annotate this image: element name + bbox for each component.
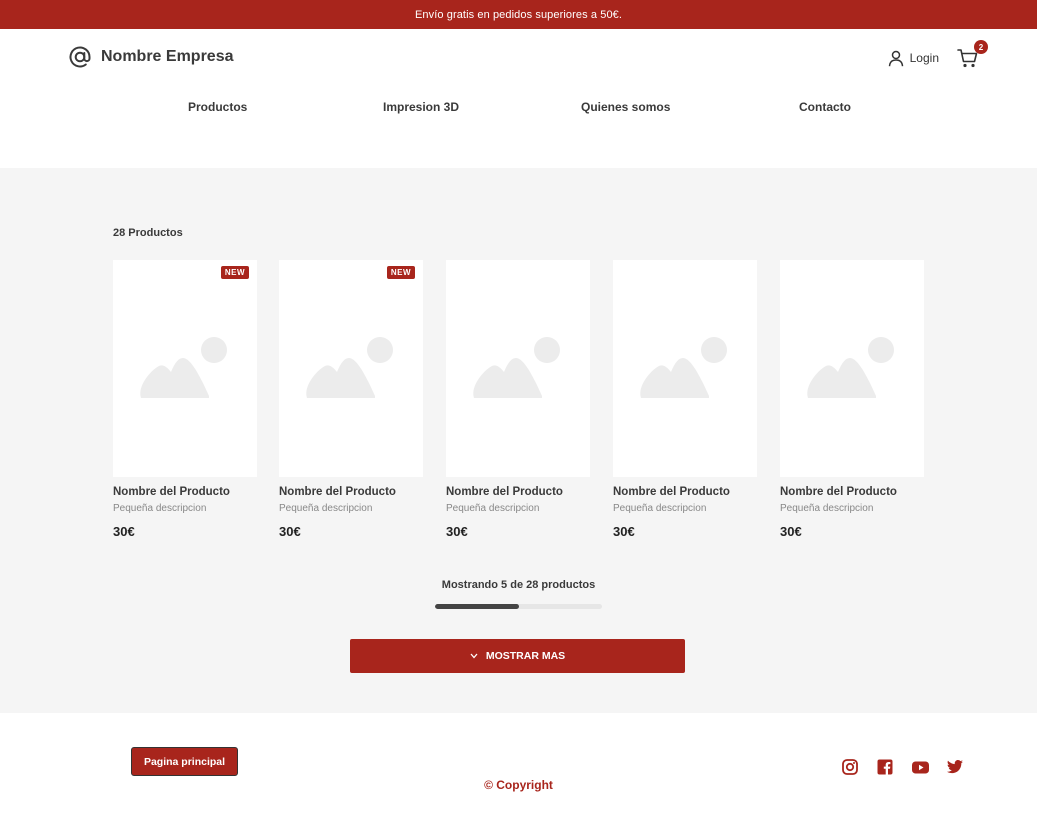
product-listing: 28 Productos NEW Nombre del Producto Peq… (0, 168, 1037, 713)
product-count: 28 Productos (113, 227, 183, 239)
listing-progress-fill (435, 604, 519, 609)
brand-name: Nombre Empresa (101, 48, 234, 65)
site-header: Nombre Empresa Login 2 Productos Impresi… (0, 29, 1037, 168)
image-placeholder-icon (807, 337, 894, 398)
product-name: Nombre del Producto (613, 486, 730, 498)
login-link[interactable]: Login (888, 50, 939, 67)
product-card[interactable]: Nombre del Producto Pequeña descripcion … (446, 260, 590, 539)
shipping-banner: Envío gratis en pedidos superiores a 50€… (0, 0, 1037, 29)
product-image (613, 260, 757, 477)
show-more-label: MOSTRAR MAS (485, 650, 566, 662)
show-more-button[interactable]: MOSTRAR MAS (350, 639, 685, 673)
product-image (780, 260, 924, 477)
instagram-icon[interactable] (841, 758, 859, 776)
nav-item-impresion-3d[interactable]: Impresion 3D (383, 100, 459, 114)
image-placeholder-icon (140, 337, 227, 398)
copyright-text: © Copyright (484, 778, 553, 792)
product-price: 30€ (279, 524, 301, 539)
product-description: Pequeña descripcion (613, 503, 707, 514)
nav-item-productos[interactable]: Productos (188, 100, 247, 114)
product-name: Nombre del Producto (446, 486, 563, 498)
product-price: 30€ (446, 524, 468, 539)
chevron-down-icon (470, 653, 478, 659)
product-description: Pequeña descripcion (780, 503, 874, 514)
product-price: 30€ (613, 524, 635, 539)
at-logo-icon (69, 46, 91, 68)
brand[interactable]: Nombre Empresa (68, 45, 234, 69)
site-footer: Pagina principal © Copyright (0, 713, 1037, 816)
product-name: Nombre del Producto (113, 486, 230, 498)
product-price: 30€ (113, 524, 135, 539)
image-placeholder-icon (473, 337, 560, 398)
facebook-icon[interactable] (876, 758, 894, 776)
cart-button[interactable]: 2 (957, 40, 988, 69)
home-page-button[interactable]: Pagina principal (131, 747, 238, 776)
header-actions: Login 2 (888, 40, 988, 69)
product-description: Pequeña descripcion (446, 503, 540, 514)
product-image: NEW (113, 260, 257, 477)
new-badge: NEW (386, 266, 415, 279)
nav-item-contacto[interactable]: Contacto (799, 100, 851, 114)
product-description: Pequeña descripcion (279, 503, 373, 514)
youtube-icon[interactable] (911, 758, 929, 776)
showing-count-text: Mostrando 5 de 28 productos (441, 579, 596, 591)
shipping-banner-text: Envío gratis en pedidos superiores a 50€… (414, 8, 623, 21)
product-name: Nombre del Producto (780, 486, 897, 498)
image-placeholder-icon (306, 337, 393, 398)
product-image: NEW (279, 260, 423, 477)
product-name: Nombre del Producto (279, 486, 396, 498)
product-image (446, 260, 590, 477)
cart-count-badge: 2 (974, 40, 988, 54)
listing-progress-bar (435, 604, 602, 609)
login-label: Login (909, 51, 939, 65)
product-price: 30€ (780, 524, 802, 539)
twitter-icon[interactable] (946, 758, 964, 776)
nav-item-quienes-somos[interactable]: Quienes somos (581, 100, 670, 114)
product-description: Pequeña descripcion (113, 503, 207, 514)
product-card[interactable]: NEW Nombre del Producto Pequeña descripc… (113, 260, 257, 539)
product-card[interactable]: Nombre del Producto Pequeña descripcion … (780, 260, 924, 539)
new-badge: NEW (220, 266, 249, 279)
social-links (841, 758, 964, 776)
product-card[interactable]: NEW Nombre del Producto Pequeña descripc… (279, 260, 423, 539)
product-card[interactable]: Nombre del Producto Pequeña descripcion … (613, 260, 757, 539)
user-icon (888, 50, 903, 66)
image-placeholder-icon (640, 337, 727, 398)
